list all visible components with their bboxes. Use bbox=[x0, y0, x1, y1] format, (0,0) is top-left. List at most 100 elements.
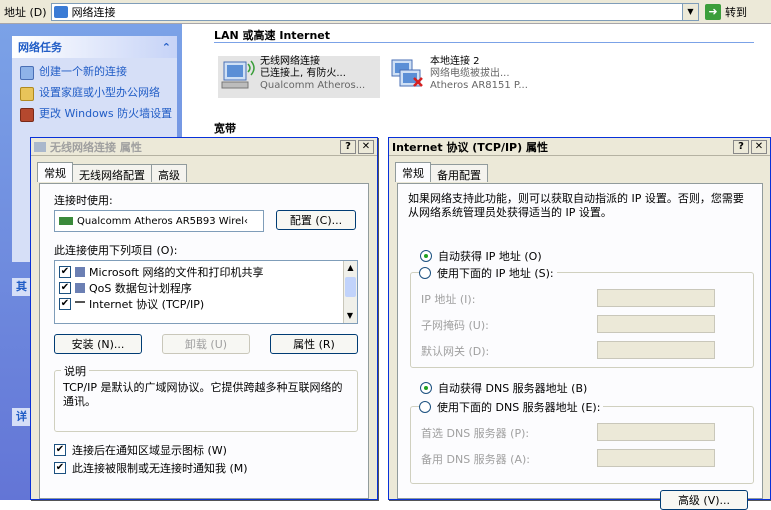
connection-wireless[interactable]: 无线网络连接 已连接上, 有防火... Qualcomm Atheros... bbox=[218, 56, 380, 98]
item-label: Internet 协议 (TCP/IP) bbox=[89, 298, 205, 311]
properties-button[interactable]: 属性 (R) bbox=[270, 334, 358, 354]
firewall-icon bbox=[20, 108, 34, 122]
configure-button[interactable]: 配置 (C)... bbox=[276, 210, 356, 230]
tcpip-properties-dialog: Internet 协议 (TCP/IP) 属性 ? ✕ 常规 备用配置 如果网络… bbox=[388, 137, 771, 510]
go-button[interactable]: ➜ 转到 bbox=[703, 2, 767, 22]
connection-local-2[interactable]: 本地连接 2 网络电缆被拔出... Atheros AR8151 P... bbox=[388, 56, 563, 98]
wireless-dialog-titlebar[interactable]: 无线网络连接 属性 ? ✕ bbox=[31, 138, 377, 156]
scroll-thumb[interactable] bbox=[345, 277, 356, 297]
auto-ip-label: 自动获得 IP 地址 (O) bbox=[438, 250, 542, 263]
default-gateway-label: 默认网关 (D): bbox=[421, 345, 490, 358]
connect-using-label: 连接时使用: bbox=[54, 194, 113, 207]
tab-advanced[interactable]: 高级 bbox=[151, 164, 187, 182]
uninstall-button: 卸载 (U) bbox=[162, 334, 250, 354]
tab-wireless-config[interactable]: 无线网络配置 bbox=[72, 164, 152, 182]
show-icon-option[interactable]: ✔ 连接后在通知区域显示图标 (W) bbox=[54, 442, 227, 458]
close-button[interactable]: ✕ bbox=[358, 139, 374, 154]
wireless-properties-dialog: 无线网络连接 属性 ? ✕ 常规 无线网络配置 高级 连接时使用: Qualco… bbox=[30, 137, 378, 500]
tcpip-dialog-title: Internet 协议 (TCP/IP) 属性 bbox=[392, 140, 548, 154]
scroll-down-icon[interactable]: ▼ bbox=[344, 309, 356, 323]
task-firewall-settings[interactable]: 更改 Windows 防火墙设置 bbox=[20, 108, 173, 122]
network-tasks-header[interactable]: 网络任务 ⌃ bbox=[12, 36, 177, 58]
manual-ip-option[interactable]: 使用下面的 IP 地址 (S): bbox=[419, 265, 557, 281]
address-label: 地址 (D) bbox=[4, 5, 47, 19]
task-label: 设置家庭或小型办公网络 bbox=[39, 86, 160, 99]
help-button[interactable]: ? bbox=[340, 139, 356, 154]
connection-status: 已连接上, 有防火... bbox=[260, 68, 346, 79]
auto-ip-radio[interactable] bbox=[420, 250, 432, 262]
item-checkbox[interactable]: ✔ bbox=[59, 298, 71, 310]
item-label: Microsoft 网络的文件和打印机共享 bbox=[89, 266, 264, 279]
details-label: 详 bbox=[16, 410, 27, 423]
network-icon bbox=[34, 141, 46, 152]
network-folder-icon bbox=[53, 5, 68, 18]
ip-address-field bbox=[597, 289, 715, 307]
tcpip-dialog-titlebar[interactable]: Internet 协议 (TCP/IP) 属性 ? ✕ bbox=[389, 138, 770, 156]
alternate-dns-label: 备用 DNS 服务器 (A): bbox=[421, 453, 530, 466]
tab-general[interactable]: 常规 bbox=[395, 162, 431, 182]
manual-dns-option[interactable]: 使用下面的 DNS 服务器地址 (E): bbox=[419, 399, 604, 415]
items-label: 此连接使用下列项目 (O): bbox=[54, 244, 178, 257]
preferred-dns-label: 首选 DNS 服务器 (P): bbox=[421, 427, 530, 440]
auto-dns-label: 自动获得 DNS 服务器地址 (B) bbox=[438, 382, 588, 395]
description-text: TCP/IP 是默认的广域网协议。它提供跨越多种互联网络的通讯。 bbox=[63, 381, 343, 408]
other-places-label: 其 bbox=[16, 280, 27, 293]
manual-ip-label: 使用下面的 IP 地址 (S): bbox=[437, 267, 554, 280]
notify-checkbox[interactable]: ✔ bbox=[54, 462, 66, 474]
manual-dns-radio[interactable] bbox=[419, 401, 431, 413]
list-item[interactable]: ✔ QoS 数据包计划程序 bbox=[59, 280, 353, 296]
notify-option[interactable]: ✔ 此连接被限制或无连接时通知我 (M) bbox=[54, 460, 248, 476]
connection-name: 无线网络连接 bbox=[260, 56, 320, 67]
tcpip-intro-text: 如果网络支持此功能，则可以获取自动指派的 IP 设置。否则，您需要从网络系统管理… bbox=[408, 192, 744, 219]
description-label: 说明 bbox=[61, 363, 89, 379]
address-field[interactable]: 网络连接 ▼ bbox=[50, 2, 699, 21]
other-places-header[interactable]: 其 bbox=[12, 278, 32, 296]
list-item[interactable]: ✔ Microsoft 网络的文件和打印机共享 bbox=[59, 264, 353, 280]
network-tasks-title: 网络任务 bbox=[18, 41, 62, 54]
share-icon bbox=[75, 267, 85, 277]
close-button[interactable]: ✕ bbox=[751, 139, 767, 154]
manual-dns-label: 使用下面的 DNS 服务器地址 (E): bbox=[437, 401, 601, 414]
task-home-network[interactable]: 设置家庭或小型办公网络 bbox=[20, 87, 173, 101]
address-bar: 地址 (D) 网络连接 ▼ ➜ 转到 bbox=[0, 0, 771, 24]
description-group: 说明 TCP/IP 是默认的广域网协议。它提供跨越多种互联网络的通讯。 bbox=[54, 363, 358, 432]
collapse-chevron-icon[interactable]: ⌃ bbox=[162, 41, 171, 54]
advanced-button[interactable]: 高级 (V)... bbox=[660, 490, 748, 510]
address-dropdown-button[interactable]: ▼ bbox=[682, 3, 698, 20]
qos-icon bbox=[75, 283, 85, 293]
wireless-dialog-title: 无线网络连接 属性 bbox=[50, 140, 142, 154]
go-arrow-icon: ➜ bbox=[705, 3, 721, 20]
notify-label: 此连接被限制或无连接时通知我 (M) bbox=[72, 462, 248, 475]
subnet-mask-label: 子网掩码 (U): bbox=[421, 319, 489, 332]
scroll-up-icon[interactable]: ▲ bbox=[344, 261, 357, 275]
auto-ip-option[interactable]: 自动获得 IP 地址 (O) bbox=[420, 248, 542, 264]
auto-dns-option[interactable]: 自动获得 DNS 服务器地址 (B) bbox=[420, 380, 587, 396]
item-label: QoS 数据包计划程序 bbox=[89, 282, 192, 295]
auto-dns-radio[interactable] bbox=[420, 382, 432, 394]
task-label: 更改 Windows 防火墙设置 bbox=[39, 107, 173, 120]
manual-ip-group: 使用下面的 IP 地址 (S): IP 地址 (I): 子网掩码 (U): 默认… bbox=[410, 265, 754, 368]
details-header[interactable]: 详 bbox=[12, 408, 32, 426]
item-checkbox[interactable]: ✔ bbox=[59, 282, 71, 294]
go-label: 转到 bbox=[725, 5, 747, 19]
lan-section-title: LAN 或高速 Internet bbox=[214, 29, 331, 42]
list-scrollbar[interactable]: ▲ ▼ bbox=[343, 261, 357, 323]
preferred-dns-field bbox=[597, 423, 715, 441]
tcpip-general-panel: 如果网络支持此功能，则可以获取自动指派的 IP 设置。否则，您需要从网络系统管理… bbox=[397, 183, 763, 510]
subnet-mask-field bbox=[597, 315, 715, 333]
help-button[interactable]: ? bbox=[733, 139, 749, 154]
alternate-dns-field bbox=[597, 449, 715, 467]
tab-alternate-config[interactable]: 备用配置 bbox=[430, 164, 488, 182]
components-list: ✔ Microsoft 网络的文件和打印机共享 ✔ QoS 数据包计划程序 ✔ … bbox=[54, 260, 358, 324]
show-icon-label: 连接后在通知区域显示图标 (W) bbox=[72, 444, 227, 457]
wireless-general-panel: 连接时使用: Qualcomm Atheros AR5B93 Wirel‹ 配置… bbox=[39, 183, 369, 499]
install-button[interactable]: 安装 (N)... bbox=[54, 334, 142, 354]
tab-general[interactable]: 常规 bbox=[37, 162, 73, 182]
adapter-icon bbox=[59, 217, 73, 225]
manual-ip-radio[interactable] bbox=[419, 267, 431, 279]
list-item[interactable]: ✔ Internet 协议 (TCP/IP) bbox=[59, 296, 353, 312]
task-create-connection[interactable]: 创建一个新的连接 bbox=[20, 66, 173, 80]
connection-status: 网络电缆被拔出... bbox=[430, 68, 510, 79]
show-icon-checkbox[interactable]: ✔ bbox=[54, 444, 66, 456]
item-checkbox[interactable]: ✔ bbox=[59, 266, 71, 278]
